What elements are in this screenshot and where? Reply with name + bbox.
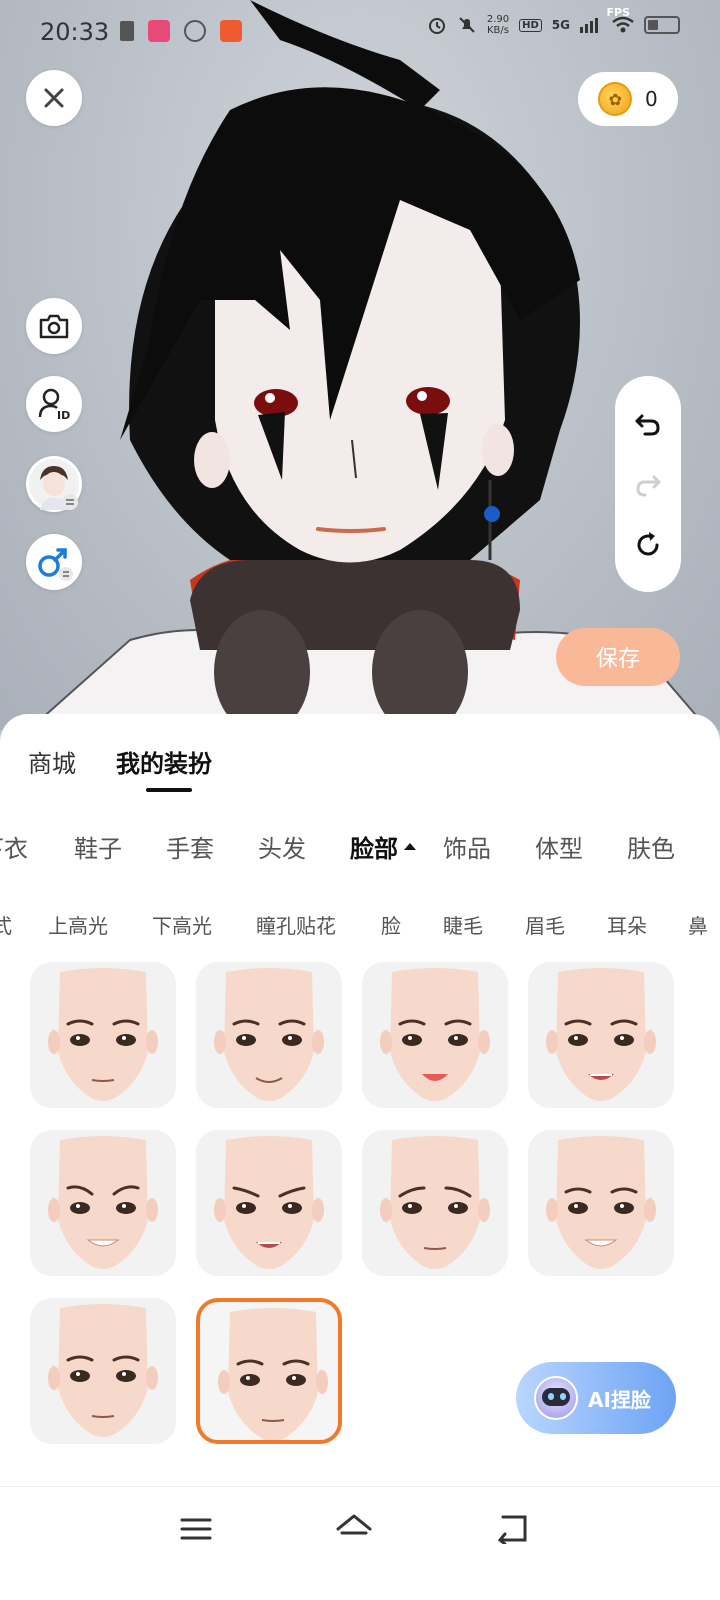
switch-character-button[interactable] xyxy=(26,456,82,512)
planet-app-icon xyxy=(184,20,206,42)
subcategory-tabs: 式 上高光 下高光 瞳孔贴花 脸 睫毛 眉毛 耳朵 鼻 xyxy=(0,910,720,940)
category-tab-gloves[interactable]: 手套 xyxy=(166,829,214,864)
avatar-id-button[interactable]: ID xyxy=(26,376,82,432)
customization-panel: 商城 我的装扮 下衣 鞋子 手套 头发 脸部 饰品 体型 肤色 式 上高光 下高… xyxy=(0,714,720,1600)
mute-bell-icon xyxy=(459,17,475,33)
subcategory-tab-upper-highlight[interactable]: 上高光 xyxy=(48,910,108,939)
alarm-icon xyxy=(428,18,445,34)
ai-face-button[interactable]: AI捏脸 xyxy=(516,1362,676,1434)
category-tab-face[interactable]: 脸部 xyxy=(350,829,416,864)
close-icon xyxy=(44,88,64,108)
coin-count: 0 xyxy=(644,87,658,111)
back-button[interactable] xyxy=(488,1505,536,1553)
tab-mall[interactable]: 商城 xyxy=(28,744,76,779)
svg-text:ID: ID xyxy=(57,409,70,421)
subcategory-tab-eyebrows[interactable]: 眉毛 xyxy=(525,910,565,939)
close-button[interactable] xyxy=(26,70,82,126)
tab-my-outfit[interactable]: 我的装扮 xyxy=(116,744,212,792)
category-tab-body-type[interactable]: 体型 xyxy=(535,829,583,864)
subcategory-tab-style[interactable]: 式 xyxy=(0,910,12,939)
face-preset-tile[interactable] xyxy=(362,1130,508,1276)
back-icon xyxy=(497,1515,527,1544)
hd-badge: HD xyxy=(519,18,542,32)
ai-robot-icon xyxy=(534,1376,578,1420)
subcategory-tab-pupil-decal[interactable]: 瞳孔贴花 xyxy=(256,910,336,939)
network-type: 5G xyxy=(551,18,570,32)
face-preset-tile[interactable] xyxy=(30,962,176,1108)
wifi-icon xyxy=(612,16,634,33)
battery-icon xyxy=(644,16,680,34)
category-tab-accessories[interactable]: 饰品 xyxy=(443,829,491,864)
category-tabs: 下衣 鞋子 手套 头发 脸部 饰品 体型 肤色 xyxy=(0,829,720,869)
subcategory-tab-lower-highlight[interactable]: 下高光 xyxy=(152,910,212,939)
sim-icon xyxy=(120,21,134,41)
gender-switch-button[interactable] xyxy=(26,534,82,590)
subcategory-tab-ears[interactable]: 耳朵 xyxy=(607,910,647,939)
face-preset-tile[interactable] xyxy=(30,1298,176,1444)
undo-icon[interactable] xyxy=(633,408,663,438)
face-preset-tile[interactable] xyxy=(362,962,508,1108)
status-time: 20:33 xyxy=(40,18,110,46)
reset-icon[interactable] xyxy=(633,530,663,560)
history-controls xyxy=(615,376,681,592)
home-button[interactable] xyxy=(330,1505,378,1553)
character-thumbnail-icon xyxy=(29,459,79,510)
avatar-scene[interactable]: 20:33 FPS 2.90 KB/s HD 5G ✿ 0 ID 保存 xyxy=(0,0,720,730)
subcategory-tab-face[interactable]: 脸 xyxy=(381,910,401,939)
face-preset-tile[interactable] xyxy=(528,1130,674,1276)
category-tab-skin-color[interactable]: 肤色 xyxy=(627,829,675,864)
face-preset-tile[interactable] xyxy=(196,1130,342,1276)
camera-icon xyxy=(39,314,69,339)
face-preset-tile[interactable] xyxy=(528,962,674,1108)
camera-button[interactable] xyxy=(26,298,82,354)
user-id-icon: ID xyxy=(38,388,70,421)
save-button[interactable]: 保存 xyxy=(556,628,680,686)
status-bar: 20:33 FPS 2.90 KB/s HD 5G xyxy=(0,0,720,64)
ai-face-label: AI捏脸 xyxy=(588,1387,651,1412)
main-tabs: 商城 我的装扮 xyxy=(28,744,212,792)
redo-icon[interactable] xyxy=(633,469,663,499)
category-tab-hair[interactable]: 头发 xyxy=(258,829,306,864)
face-preset-tile[interactable] xyxy=(30,1130,176,1276)
category-tab-bottoms[interactable]: 下衣 xyxy=(0,829,28,864)
menu-button[interactable] xyxy=(172,1505,220,1553)
subcategory-tab-eyelashes[interactable]: 睫毛 xyxy=(443,910,483,939)
menu-icon xyxy=(180,1518,212,1540)
coin-balance[interactable]: ✿ 0 xyxy=(578,72,678,126)
face-preset-tile[interactable] xyxy=(196,962,342,1108)
rabbit-coin-icon: ✿ xyxy=(598,82,633,116)
signal-icon xyxy=(580,18,598,33)
system-nav-bar xyxy=(0,1486,720,1600)
app-notification-icon xyxy=(148,20,170,42)
caret-up-icon xyxy=(404,842,416,850)
male-gender-icon xyxy=(38,548,73,581)
network-speed: 2.90 KB/s xyxy=(486,14,510,36)
face-preset-tile-selected[interactable] xyxy=(196,1298,342,1444)
subcategory-tab-nose[interactable]: 鼻 xyxy=(688,910,708,939)
home-icon xyxy=(336,1514,372,1535)
game-app-icon xyxy=(220,20,242,42)
category-tab-shoes[interactable]: 鞋子 xyxy=(74,829,122,864)
